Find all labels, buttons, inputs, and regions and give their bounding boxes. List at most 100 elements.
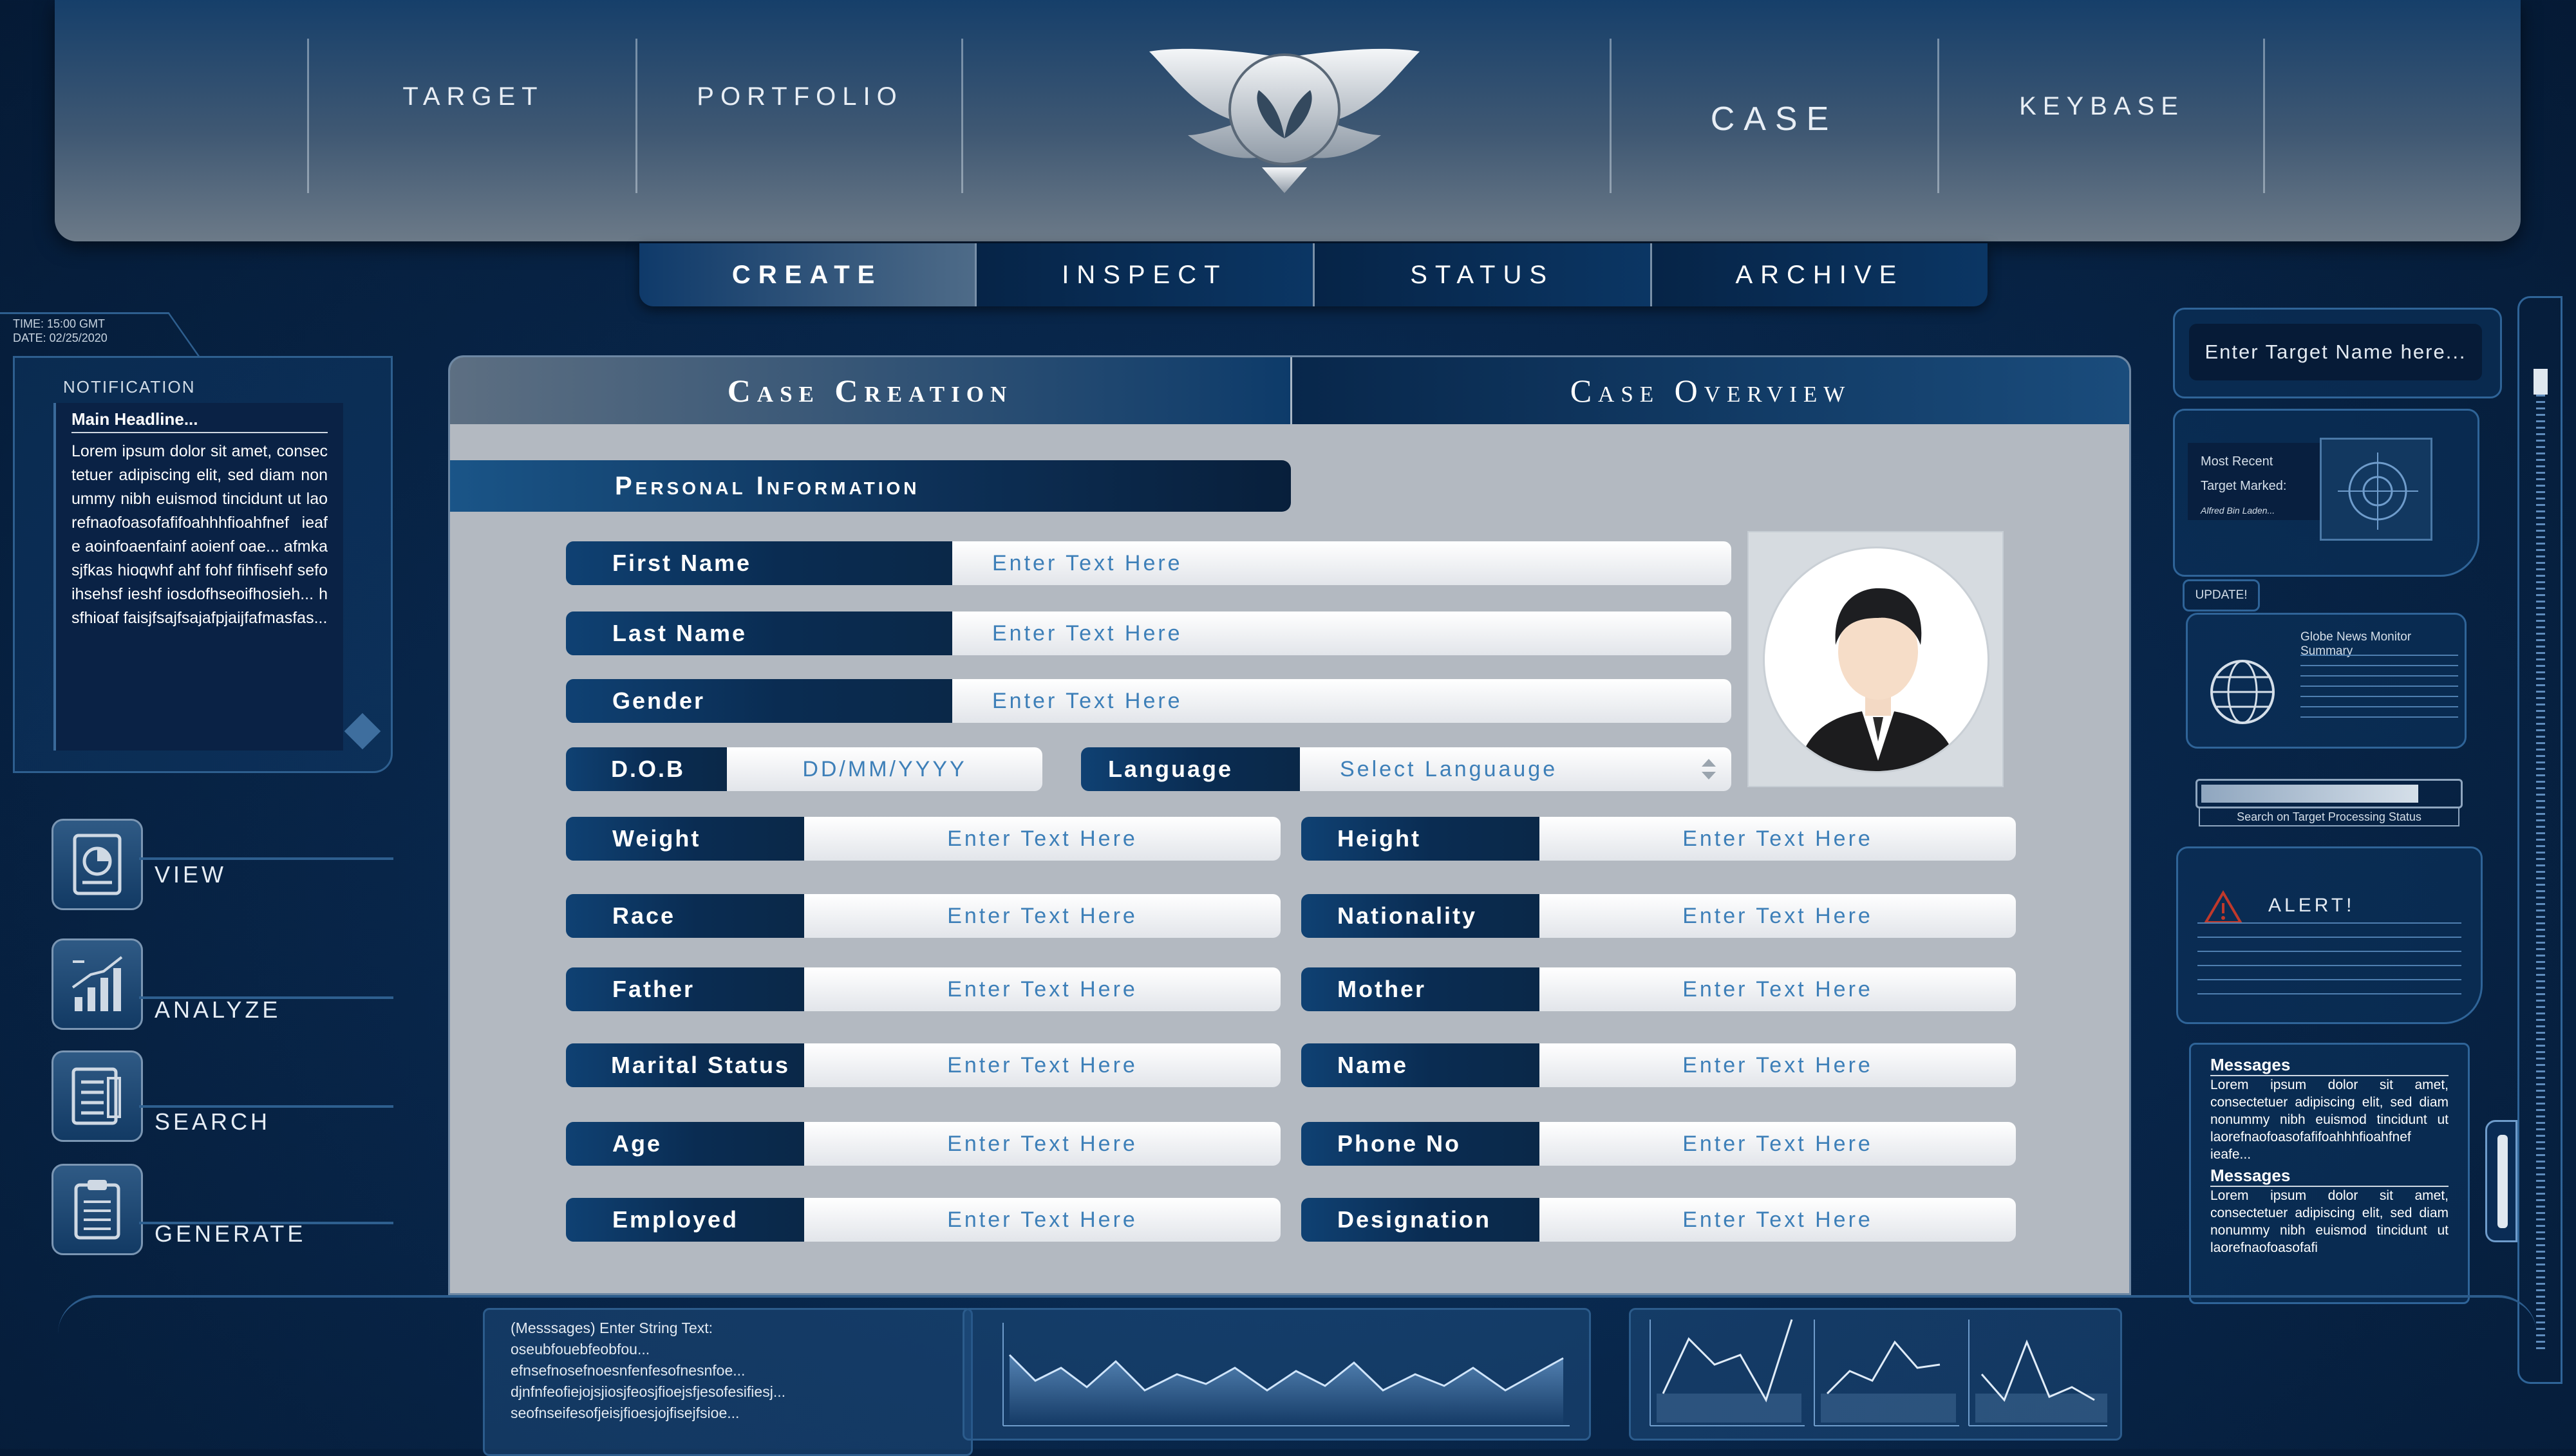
side-handle[interactable] <box>2485 1120 2517 1242</box>
target-search-frame: Enter Target Name here... <box>2173 308 2502 398</box>
tab-inspect[interactable]: INSPECT <box>977 243 1315 306</box>
nav-divider <box>961 39 963 193</box>
language-field: Language Select Languauge <box>1081 747 1731 791</box>
nav-portfolio[interactable]: PORTFOLIO <box>637 0 963 193</box>
bottom-messages-panel: (Messsages) Enter String Text: oseubfoue… <box>483 1308 973 1456</box>
view-button[interactable]: VIEW <box>52 819 393 954</box>
nationality-input[interactable]: Enter Text Here <box>1539 894 2016 938</box>
target-name: Alfred Bin Laden... <box>2201 505 2275 516</box>
mother-field: Mother Enter Text Here <box>1301 967 2016 1011</box>
recent-target-text: Most Recent Target Marked: Alfred Bin La… <box>2188 443 2323 520</box>
first-name-label: First Name <box>566 541 952 585</box>
marital-status-input[interactable]: Enter Text Here <box>804 1043 1281 1087</box>
avatar <box>1763 546 1989 773</box>
mother-input[interactable]: Enter Text Here <box>1539 967 2016 1011</box>
father-field: Father Enter Text Here <box>566 967 1281 1011</box>
clipboard-icon <box>52 1164 143 1255</box>
name-field: Name Enter Text Here <box>1301 1043 2016 1087</box>
report-icon <box>52 819 143 910</box>
target-search-input[interactable]: Enter Target Name here... <box>2189 324 2482 380</box>
most-recent-label: Most Recent <box>2201 454 2273 469</box>
gender-field: Gender Enter Text Here <box>566 679 1731 723</box>
height-label: Height <box>1301 817 1539 861</box>
view-label: VIEW <box>155 861 227 888</box>
age-field: Age Enter Text Here <box>566 1122 1281 1166</box>
bar-chart-icon <box>52 938 143 1030</box>
bottom-message-line: seofnseifesofjeisjfioesjojfisejfsioe... <box>511 1405 740 1421</box>
scroll-track[interactable] <box>2517 296 2562 1384</box>
age-input[interactable]: Enter Text Here <box>804 1122 1281 1166</box>
tab-case-overview[interactable]: Case Overview <box>1290 357 2129 424</box>
top-navigation-bar: TARGET PORTFOLIO CASE KEYBASE <box>55 0 2521 241</box>
notification-title: NOTIFICATION <box>63 377 196 397</box>
side-handle-grip <box>2497 1135 2508 1228</box>
designation-input[interactable]: Enter Text Here <box>1539 1198 2016 1242</box>
race-input[interactable]: Enter Text Here <box>804 894 1281 938</box>
bottom-message-line: efnsefnosefnoesnfenfesofnesnfoe... <box>511 1362 746 1379</box>
generate-label: GENERATE <box>155 1220 306 1247</box>
designation-label: Designation <box>1301 1198 1539 1242</box>
phone-no-input[interactable]: Enter Text Here <box>1539 1122 2016 1166</box>
scroll-ticks <box>2536 369 2545 1354</box>
select-arrows-icon <box>1699 755 1718 783</box>
phone-no-label: Phone No <box>1301 1122 1539 1166</box>
nav-keybase[interactable]: KEYBASE <box>1939 10 2264 203</box>
last-name-input[interactable]: Enter Text Here <box>952 611 1731 655</box>
scroll-thumb[interactable] <box>2534 369 2548 395</box>
alert-label: ALERT! <box>2268 895 2355 916</box>
name-input[interactable]: Enter Text Here <box>1539 1043 2016 1087</box>
messages-body-2: Lorem ipsum dolor sit amet, consectetuer… <box>2210 1188 2449 1255</box>
age-label: Age <box>566 1122 804 1166</box>
first-name-input[interactable]: Enter Text Here <box>952 541 1731 585</box>
nationality-label: Nationality <box>1301 894 1539 938</box>
notification-text: Lorem ipsum dolor sit amet, consectetuer… <box>71 442 328 627</box>
bottom-message-line: djnfnfeofiejojsjiosjfeosjfioejsfjesofesi… <box>511 1383 785 1400</box>
case-panel: Case Creation Case Overview Personal Inf… <box>448 355 2131 1295</box>
analyze-label: ANALYZE <box>155 996 281 1023</box>
tab-archive[interactable]: ARCHIVE <box>1651 243 1988 306</box>
tab-status[interactable]: STATUS <box>1314 243 1652 306</box>
notification-headline: Main Headline... <box>71 409 328 433</box>
messages-title: Messages <box>2210 1055 2449 1076</box>
race-field: Race Enter Text Here <box>566 894 1281 938</box>
employed-input[interactable]: Enter Text Here <box>804 1198 1281 1242</box>
marital-status-label: Marital Status <box>566 1043 804 1087</box>
alert-panel: ALERT! <box>2176 846 2483 1024</box>
globe-icon <box>2207 657 2278 727</box>
height-field: Height Enter Text Here <box>1301 817 2016 861</box>
bottom-message-line: (Messsages) Enter String Text: <box>511 1320 713 1336</box>
messages-panel: Messages Lorem ipsum dolor sit amet, con… <box>2189 1043 2470 1304</box>
nav-target[interactable]: TARGET <box>309 0 637 193</box>
update-badge: UPDATE! <box>2183 579 2260 611</box>
name-label: Name <box>1301 1043 1539 1087</box>
sub-navigation-tabs: CREATE INSPECT STATUS ARCHIVE <box>639 243 1988 306</box>
mini-line-charts <box>1650 1319 2107 1426</box>
warning-icon <box>2203 890 2243 926</box>
crosshair-icon <box>2320 438 2432 541</box>
logo-icon <box>1149 39 1420 200</box>
nationality-field: Nationality Enter Text Here <box>1301 894 2016 938</box>
processing-status-caption: Search on Target Processing Status <box>2199 807 2459 826</box>
generate-button[interactable]: GENERATE <box>52 1164 393 1299</box>
language-select[interactable]: Select Languauge <box>1300 747 1731 791</box>
tab-create[interactable]: CREATE <box>639 243 977 306</box>
gender-label: Gender <box>566 679 952 723</box>
profile-photo-frame[interactable] <box>1747 531 2004 787</box>
button-line <box>139 1105 393 1108</box>
case-tabs: Case Creation Case Overview <box>450 357 2129 424</box>
nav-case[interactable]: CASE <box>1612 23 1937 216</box>
wave-graph <box>1002 1323 1570 1426</box>
father-input[interactable]: Enter Text Here <box>804 967 1281 1011</box>
gender-input[interactable]: Enter Text Here <box>952 679 1731 723</box>
document-list-icon <box>52 1050 143 1142</box>
person-icon <box>1798 588 1959 771</box>
dob-input[interactable]: DD/MM/YYYY <box>727 747 1042 791</box>
search-label: SEARCH <box>155 1108 271 1135</box>
processing-status-fill <box>2201 785 2419 803</box>
nav-divider <box>2263 39 2265 193</box>
tab-case-creation[interactable]: Case Creation <box>450 357 1290 424</box>
marital-status-field: Marital Status Enter Text Here <box>566 1043 1281 1087</box>
weight-input[interactable]: Enter Text Here <box>804 817 1281 861</box>
height-input[interactable]: Enter Text Here <box>1539 817 2016 861</box>
notification-body-box: Main Headline... Lorem ipsum dolor sit a… <box>53 403 343 751</box>
